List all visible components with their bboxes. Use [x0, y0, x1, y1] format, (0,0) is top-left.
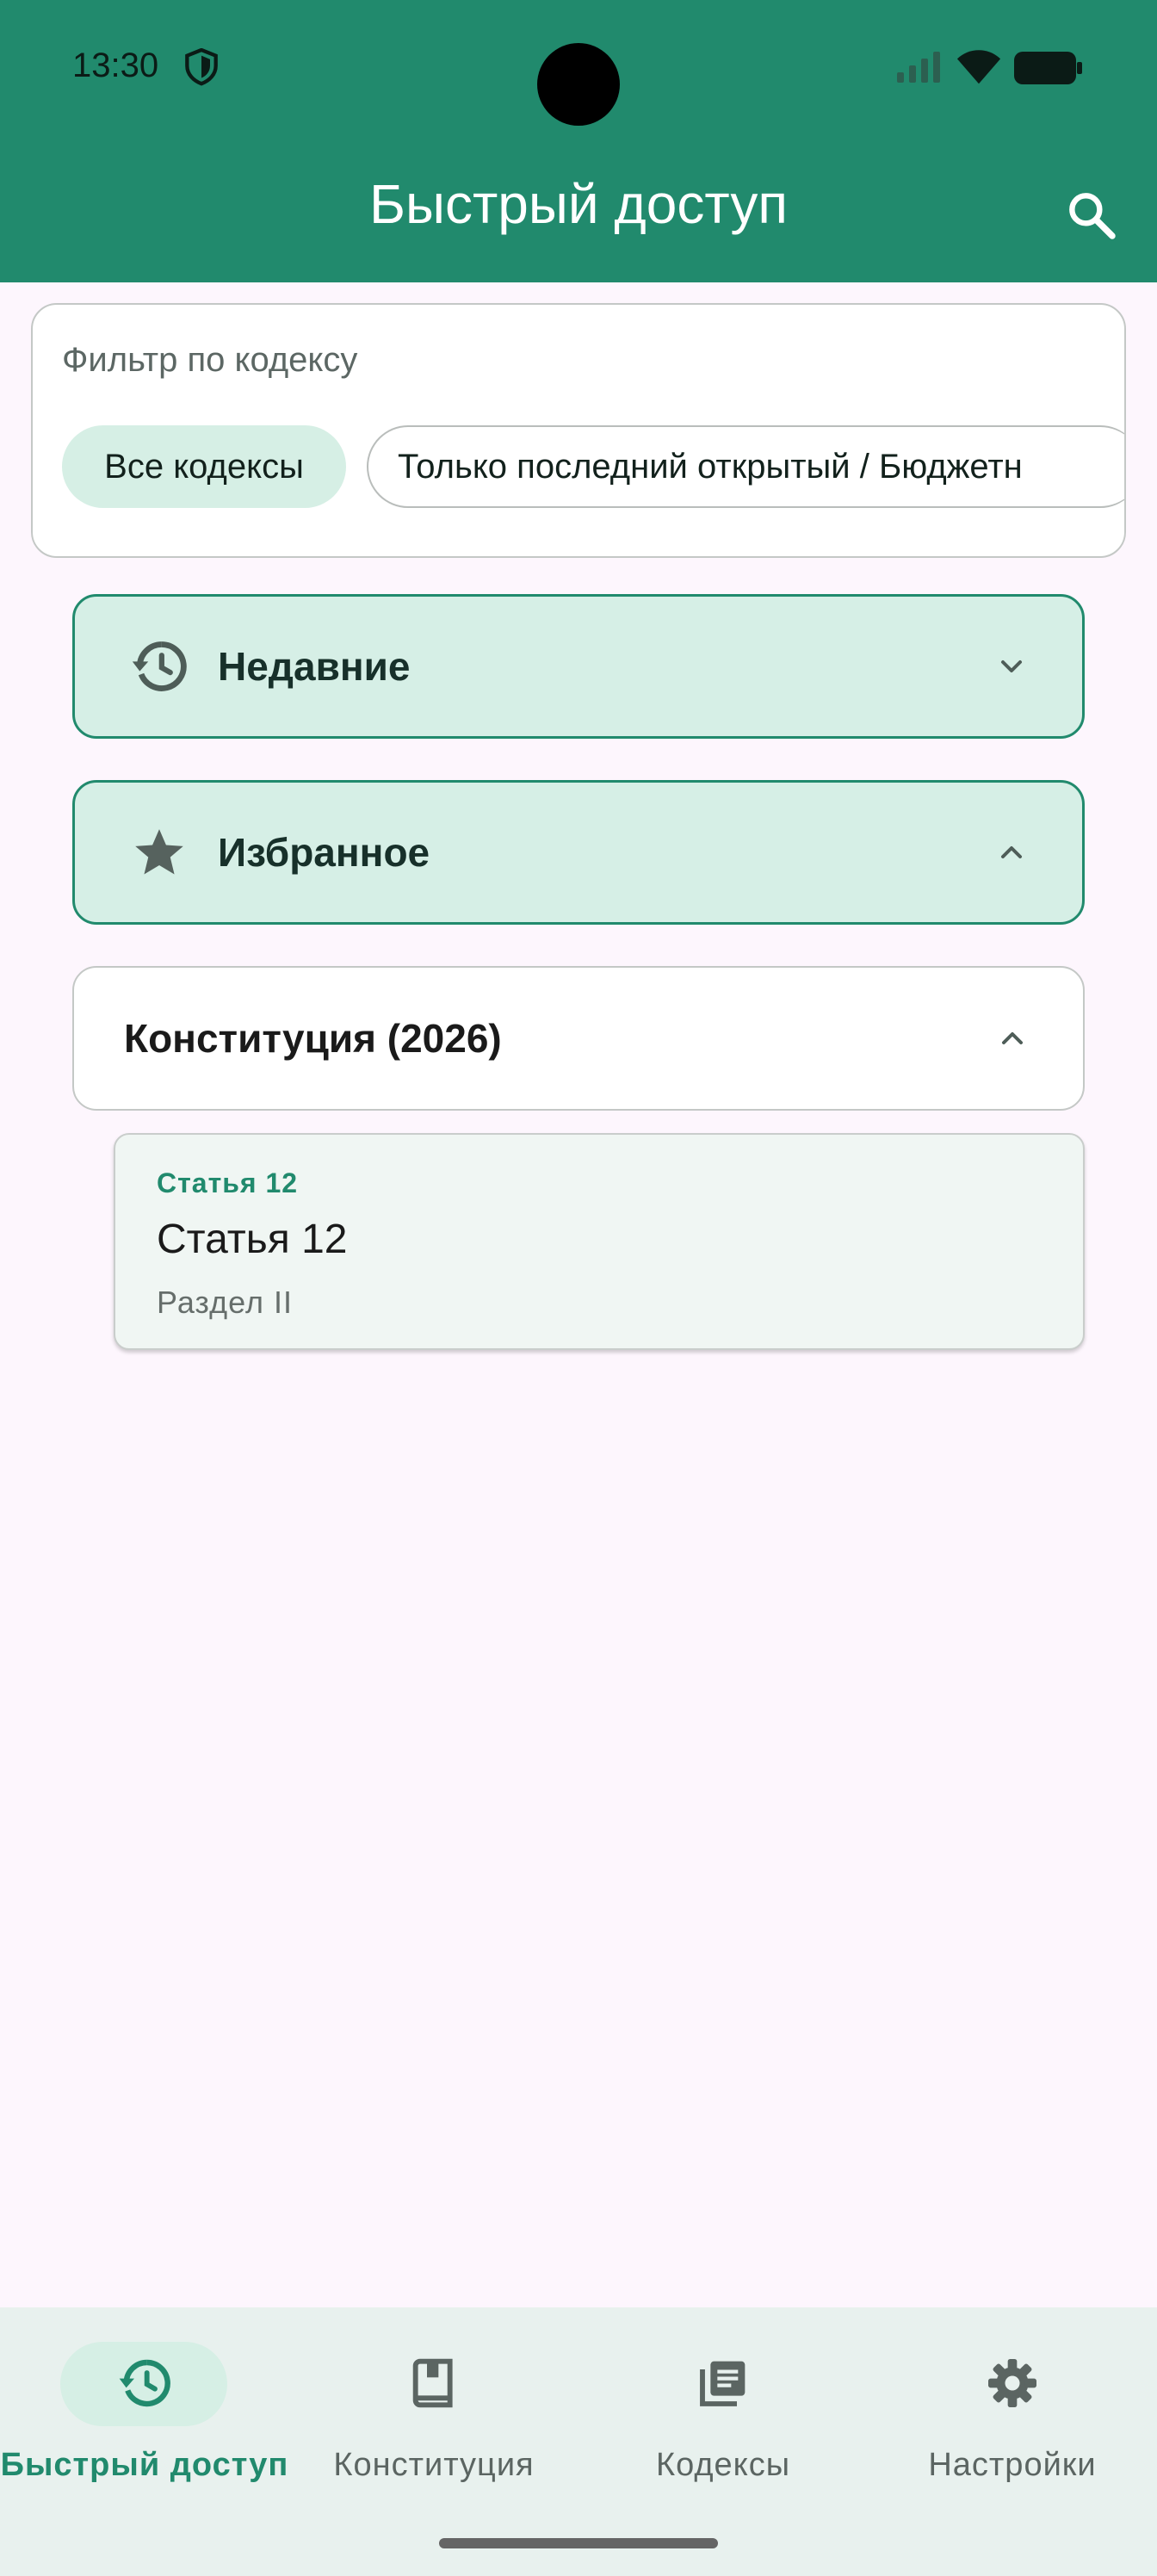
history-icon: [119, 2359, 170, 2407]
filter-chip-scroll: Только последний открытый / Бюджетн: [367, 425, 1124, 508]
nav-label-settings: Настройки: [928, 2447, 1097, 2483]
library-icon: [700, 2361, 746, 2406]
status-time: 13:30: [72, 46, 159, 84]
filter-chip-last-opened[interactable]: Только последний открытый / Бюджетн: [367, 425, 1124, 508]
shield-icon: [185, 48, 218, 86]
group-constitution[interactable]: Конституция (2026): [72, 966, 1085, 1111]
codex-filter-card: Фильтр по кодексу Все кодексы Только пос…: [31, 303, 1126, 558]
nav-item-settings[interactable]: Настройки: [868, 2342, 1157, 2514]
nav-item-quick-access[interactable]: Быстрый доступ: [0, 2342, 289, 2514]
article-number: Статья 12: [157, 1167, 299, 1198]
signal-icon: [897, 52, 940, 83]
section-favorites[interactable]: Избранное: [72, 780, 1085, 925]
book-icon: [412, 2358, 453, 2408]
gear-icon: [988, 2359, 1036, 2407]
favorite-article-card[interactable]: Статья 12 Статья 12 Раздел II: [114, 1133, 1085, 1350]
chevron-down-icon: [1001, 660, 1022, 672]
page-title: Быстрый доступ: [368, 173, 789, 235]
nav-item-constitution[interactable]: Конституция: [289, 2342, 578, 2514]
article-section: Раздел II: [157, 1285, 293, 1320]
nav-item-codes[interactable]: Кодексы: [578, 2342, 868, 2514]
filter-title: Фильтр по кодексу: [62, 341, 358, 379]
filter-chip-all-codes[interactable]: Все кодексы: [62, 425, 346, 508]
chevron-up-icon: [1002, 1032, 1023, 1044]
section-recent[interactable]: Недавние: [72, 594, 1085, 739]
camera-cutout: [537, 43, 620, 126]
article-title: Статья 12: [157, 1217, 348, 1262]
history-icon: [132, 641, 187, 691]
wifi-icon: [956, 50, 1001, 84]
battery-icon: [1014, 52, 1082, 84]
search-icon[interactable]: [1064, 188, 1119, 243]
section-recent-label: Недавние: [218, 644, 411, 689]
app-screen: 13:30 Быстрый доступ Фильтр по кодексу В…: [0, 0, 1157, 2576]
section-favorites-label: Избранное: [218, 830, 430, 875]
star-icon: [135, 829, 183, 875]
top-app-bar: Быстрый доступ: [0, 138, 1157, 282]
nav-label-codes: Кодексы: [655, 2447, 791, 2483]
nav-label-constitution: Конституция: [333, 2447, 535, 2483]
chevron-up-icon: [1001, 846, 1022, 858]
gesture-home-bar[interactable]: [439, 2538, 718, 2548]
status-bar: 13:30: [0, 0, 1157, 138]
group-constitution-label: Конституция (2026): [124, 1016, 502, 1061]
nav-label-quick-access: Быстрый доступ: [0, 2447, 289, 2483]
bottom-navigation: Быстрый доступ Конституция Кодексы Настр…: [0, 2307, 1157, 2576]
